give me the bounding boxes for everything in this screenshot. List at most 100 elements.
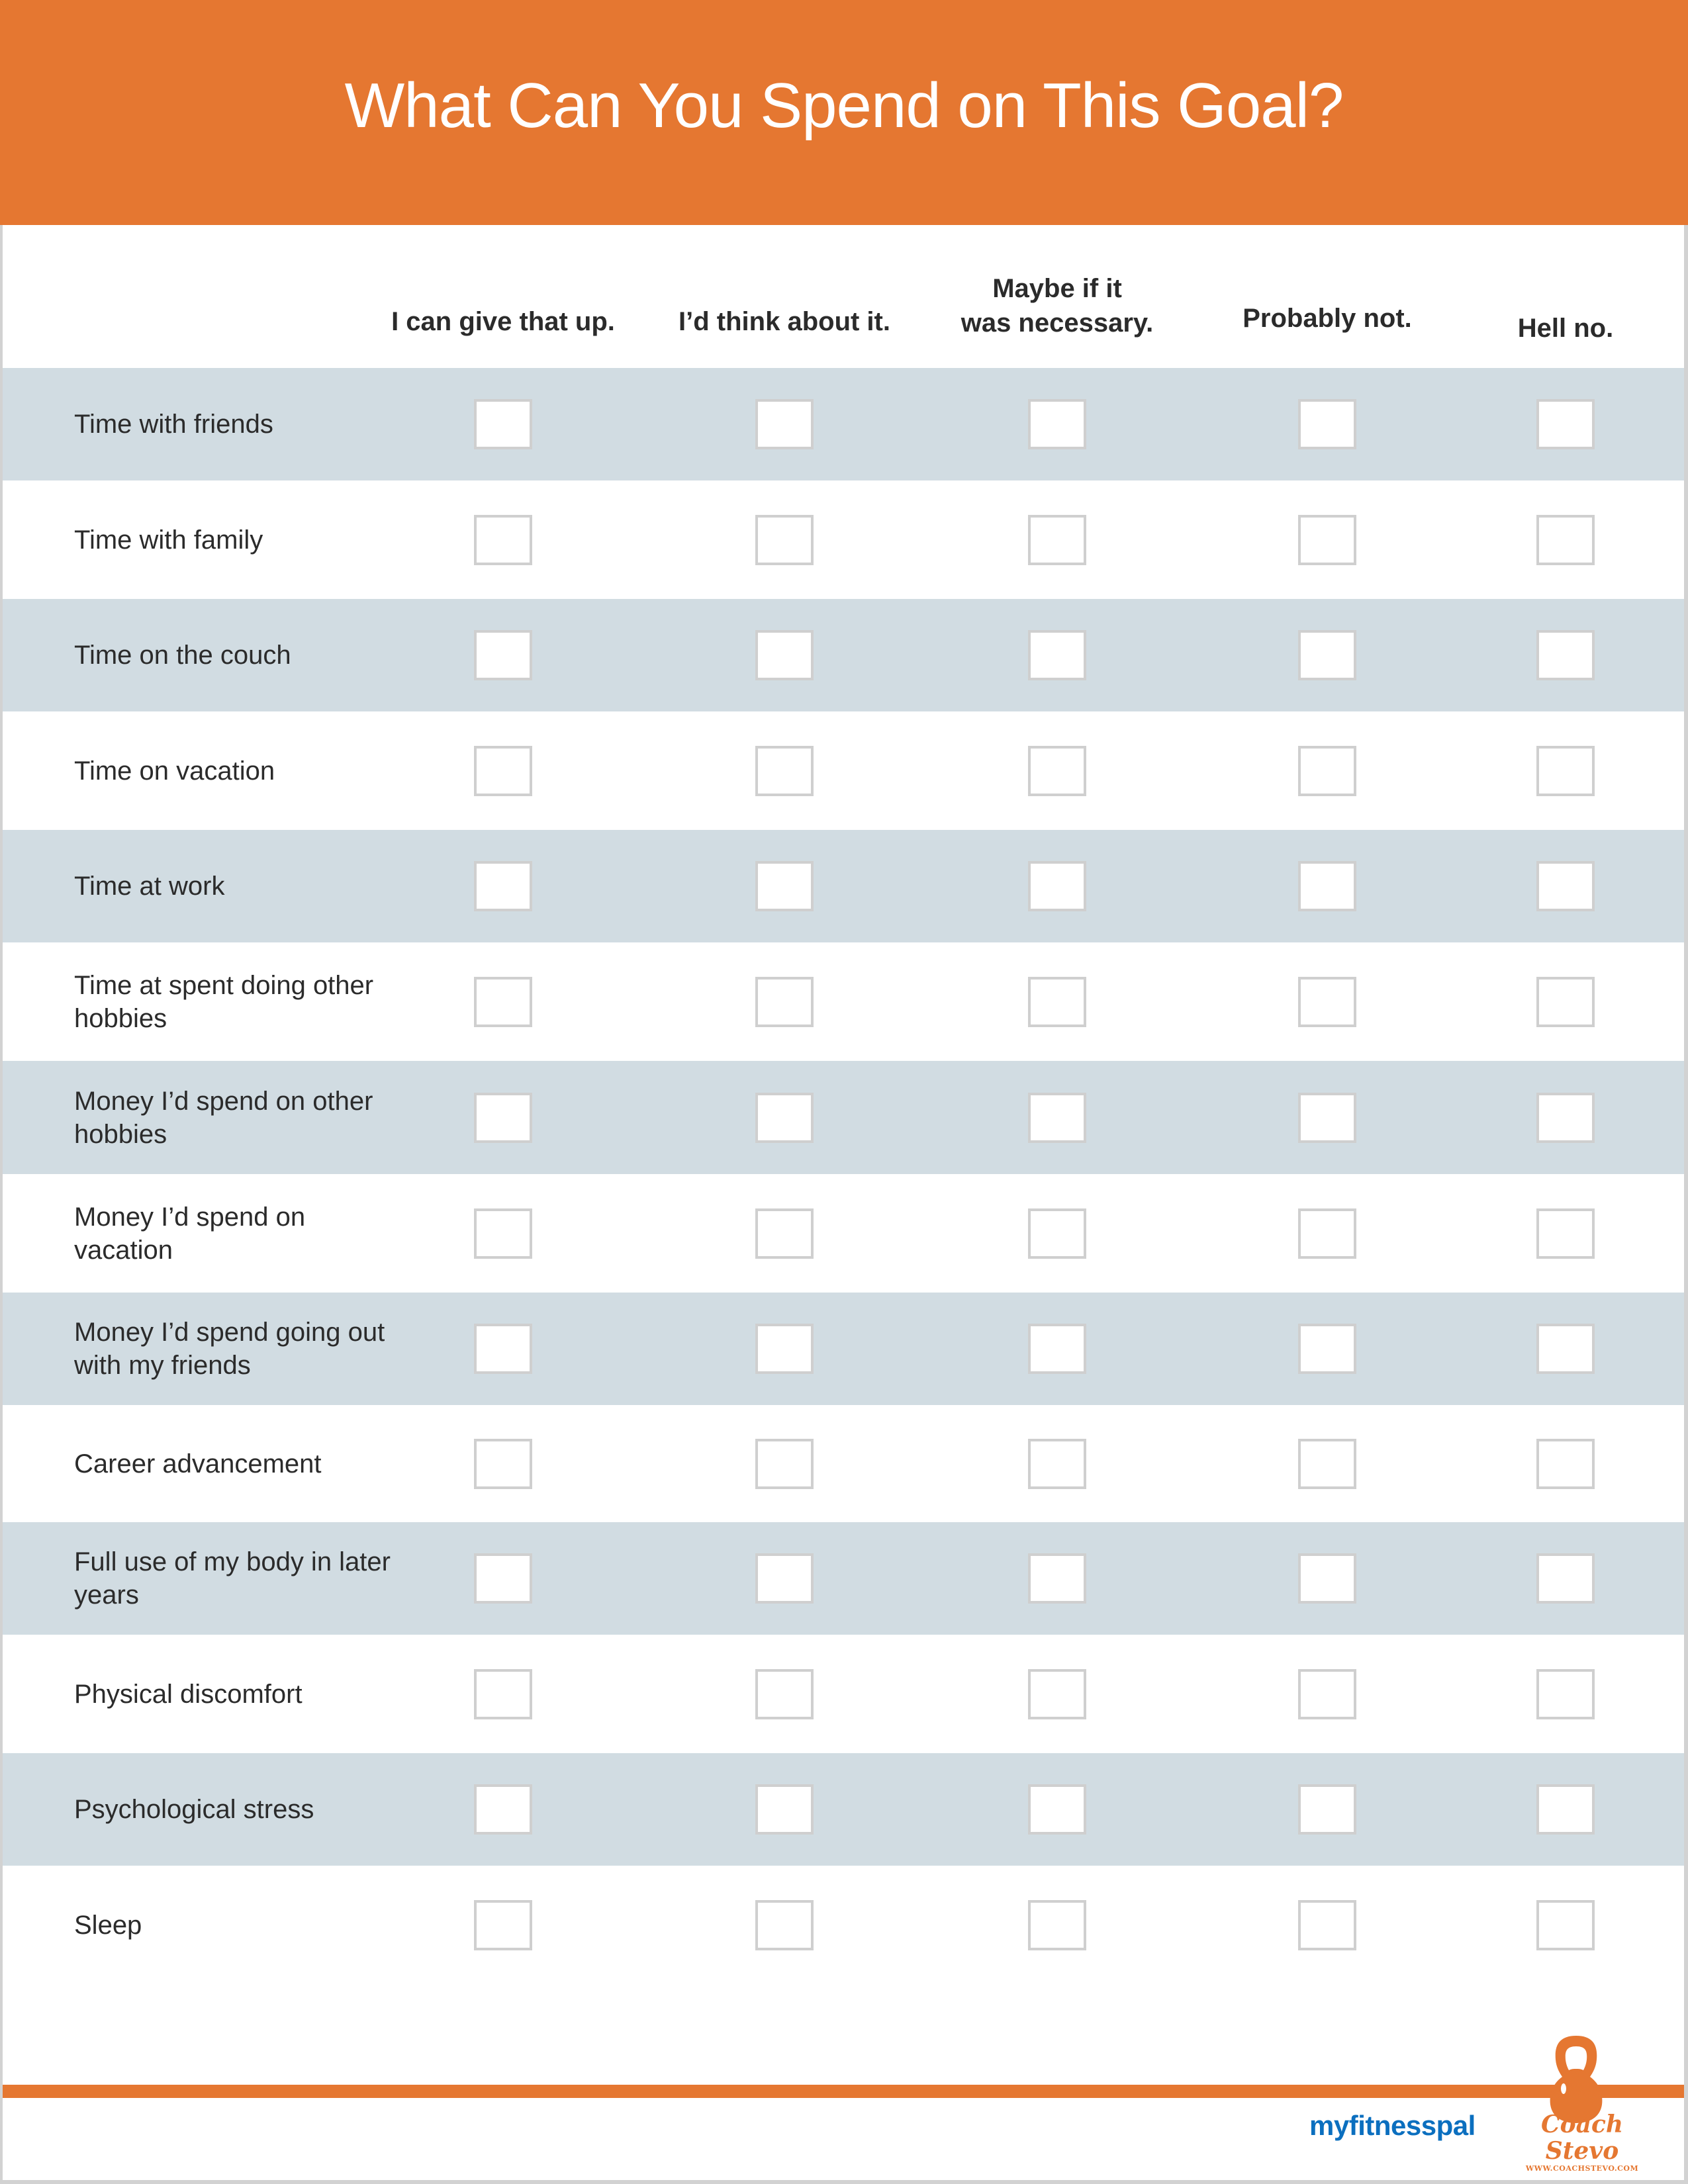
checkbox[interactable] [1536,630,1595,680]
checkbox[interactable] [1298,1324,1356,1374]
checkbox[interactable] [474,745,532,796]
checkbox[interactable] [1028,1553,1086,1604]
checkbox[interactable] [755,1784,814,1835]
checkbox[interactable] [1536,1208,1595,1259]
table-row: Time on the couch [3,599,1684,711]
column-header: Probably not. [1243,304,1412,333]
checkbox[interactable] [755,1208,814,1259]
page-title: What Can You Spend on This Goal? [344,70,1344,141]
checkbox[interactable] [1298,514,1356,565]
checkbox[interactable] [474,1899,532,1950]
checkbox[interactable] [755,1438,814,1489]
checkbox[interactable] [1028,630,1086,680]
checkbox[interactable] [755,399,814,449]
checkbox[interactable] [474,630,532,680]
checkbox[interactable] [1028,1438,1086,1489]
checkbox[interactable] [474,861,532,911]
row-label: Psychological stress [74,1795,314,1824]
row-label: Full use of my body in later years [74,1547,391,1610]
checkbox[interactable] [755,976,814,1027]
row-label: Sleep [74,1910,142,1940]
checkbox[interactable] [1298,861,1356,911]
checkbox[interactable] [1028,1784,1086,1835]
checkbox[interactable] [474,1092,532,1143]
checkbox[interactable] [1536,976,1595,1027]
checkbox[interactable] [755,1553,814,1604]
checkbox[interactable] [1536,1899,1595,1950]
table-row: Time with friends [3,368,1684,480]
checkbox[interactable] [1298,1092,1356,1143]
table-row: Money I’d spend on other hobbies [3,1061,1684,1174]
checkbox[interactable] [755,745,814,796]
checkbox[interactable] [1028,1092,1086,1143]
checkbox[interactable] [474,1668,532,1719]
checkbox[interactable] [755,630,814,680]
checkbox[interactable] [1298,1438,1356,1489]
checkbox[interactable] [1028,1324,1086,1374]
checkbox[interactable] [1298,399,1356,449]
checkbox[interactable] [1536,399,1595,449]
checkbox[interactable] [1028,1668,1086,1719]
checkbox[interactable] [1298,1208,1356,1259]
column-header: Maybe if it was necessary. [961,274,1154,338]
checkbox[interactable] [1028,1208,1086,1259]
checkbox[interactable] [474,976,532,1027]
checkbox[interactable] [474,399,532,449]
checkbox[interactable] [755,1899,814,1950]
checkbox[interactable] [1298,745,1356,796]
coach-stevo-logo: Coach Stevo WWW.COACHSTEVO.COM [1516,2111,1648,2173]
table-row: Sleep [3,1866,1684,1984]
table-row: Time with family [3,480,1684,599]
checkbox[interactable] [1536,745,1595,796]
checkbox[interactable] [1298,630,1356,680]
checkbox[interactable] [1298,1784,1356,1835]
checkbox[interactable] [755,861,814,911]
checkbox[interactable] [1536,861,1595,911]
checkbox[interactable] [1028,976,1086,1027]
row-label: Time with friends [74,410,273,439]
checkbox[interactable] [1536,1092,1595,1143]
row-label: Money I’d spend on other hobbies [74,1086,373,1149]
checkbox[interactable] [474,1438,532,1489]
table-row: Money I’d spend on vacation [3,1174,1684,1293]
row-label: Physical discomfort [74,1679,303,1709]
checkbox[interactable] [1028,399,1086,449]
row-label: Time with family [74,525,263,555]
checkbox[interactable] [474,1208,532,1259]
checkbox[interactable] [1028,514,1086,565]
row-label: Time on vacation [74,756,275,786]
row-label: Money I’d spend going out with my friend… [74,1318,385,1380]
checkbox[interactable] [1298,976,1356,1027]
checkbox[interactable] [755,514,814,565]
checkbox[interactable] [474,1324,532,1374]
checkbox[interactable] [1536,1324,1595,1374]
row-label: Time at work [74,872,225,901]
table-row: Time at work [3,830,1684,942]
column-header: I can give that up. [391,307,615,336]
checkbox[interactable] [474,514,532,565]
checkbox[interactable] [1536,1438,1595,1489]
myfitnesspal-logo: myfitnesspal [1309,2110,1476,2141]
table-row: Psychological stress [3,1753,1684,1866]
checkbox[interactable] [1298,1899,1356,1950]
checkbox[interactable] [1028,861,1086,911]
checkbox[interactable] [1028,1899,1086,1950]
checkbox[interactable] [1536,1668,1595,1719]
checkbox[interactable] [474,1784,532,1835]
table-row: Time at spent doing other hobbies [3,942,1684,1061]
checkbox[interactable] [474,1553,532,1604]
row-label: Career advancement [74,1449,322,1479]
footer-divider [3,2085,1684,2098]
row-label: Time on the couch [74,641,291,670]
checkbox[interactable] [1536,1553,1595,1604]
checkbox[interactable] [1028,745,1086,796]
checkbox[interactable] [755,1092,814,1143]
checkbox[interactable] [1536,1784,1595,1835]
checkbox[interactable] [1536,514,1595,565]
column-header: Hell no. [1517,314,1614,343]
checkbox[interactable] [755,1668,814,1719]
checkbox[interactable] [1298,1668,1356,1719]
checkbox[interactable] [1298,1553,1356,1604]
column-header-row: I can give that up. I’d think about it. Ma… [0,225,1688,368]
checkbox[interactable] [755,1324,814,1374]
